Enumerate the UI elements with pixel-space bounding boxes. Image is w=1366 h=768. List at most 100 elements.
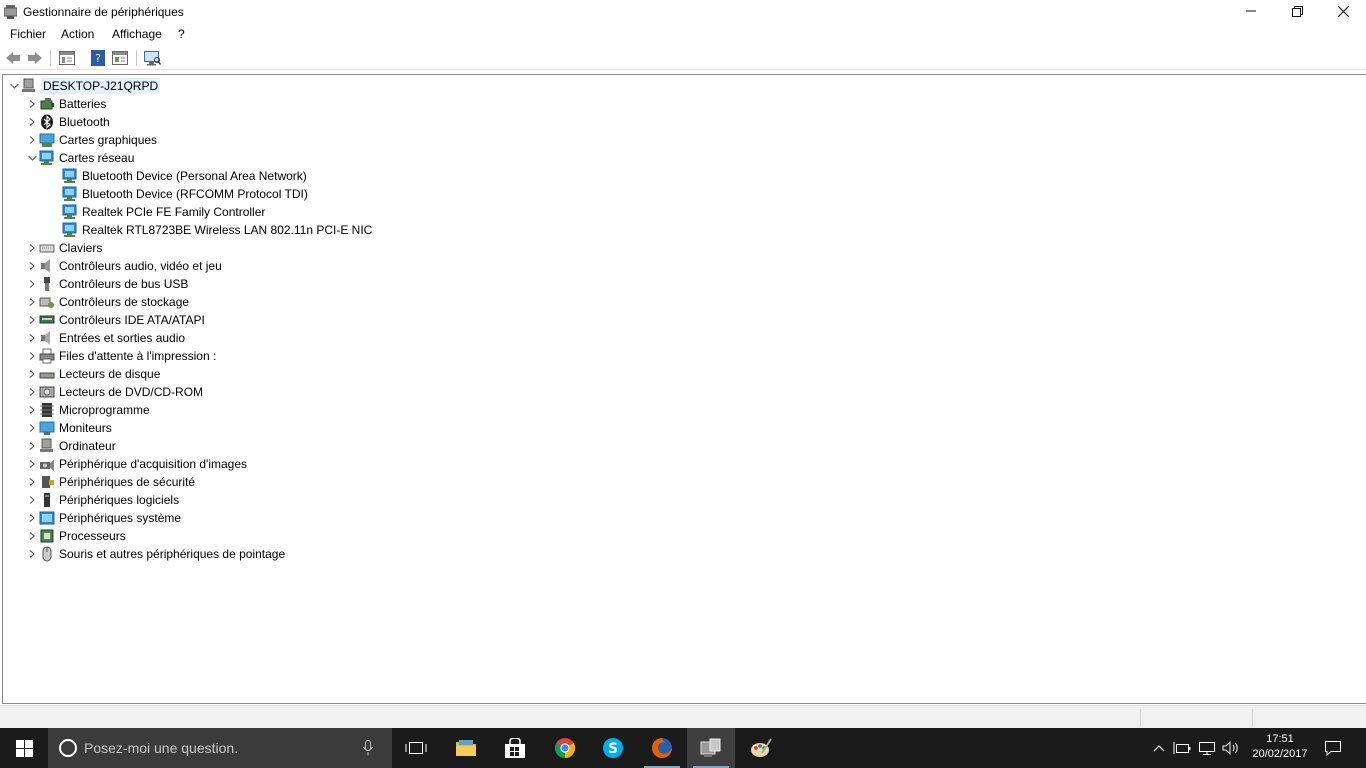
skype-icon[interactable]: S <box>589 728 637 768</box>
chevron-right-icon[interactable] <box>25 239 39 257</box>
chevron-right-icon[interactable] <box>25 419 39 437</box>
chevron-right-icon[interactable] <box>25 473 39 491</box>
cortana-search-box[interactable]: Posez-moi une question. <box>48 728 392 768</box>
tree-category[interactable]: Processeurs <box>25 527 126 545</box>
minimize-button[interactable] <box>1228 0 1274 22</box>
tree-category-label: Souris et autres périphériques de pointa… <box>59 547 286 561</box>
tree-category-label: Lecteurs de DVD/CD-ROM <box>59 385 204 399</box>
clock-time: 17:51 <box>1266 733 1294 745</box>
tree-category[interactable]: Contrôleurs audio, vidéo et jeu <box>25 257 222 275</box>
properties-icon[interactable] <box>58 49 76 67</box>
tree-category[interactable]: Cartes graphiques <box>25 131 157 149</box>
tree-device[interactable]: Bluetooth Device (Personal Area Network) <box>62 167 307 185</box>
volume-icon[interactable] <box>1220 728 1242 768</box>
chevron-right-icon[interactable] <box>25 509 39 527</box>
tree-category[interactable]: Souris et autres périphériques de pointa… <box>25 545 285 563</box>
menu-action[interactable]: Action <box>61 27 94 41</box>
chevron-right-icon[interactable] <box>25 383 39 401</box>
mouse-icon <box>39 546 55 562</box>
chevron-right-icon[interactable] <box>25 527 39 545</box>
close-button[interactable] <box>1320 0 1366 22</box>
chevron-right-icon[interactable] <box>25 311 39 329</box>
monitor-icon <box>39 420 55 436</box>
chevron-right-icon[interactable] <box>25 491 39 509</box>
chevron-right-icon[interactable] <box>25 293 39 311</box>
maximize-button[interactable] <box>1274 0 1320 22</box>
scan-hardware-icon[interactable] <box>143 49 161 67</box>
tree-category-label: Périphériques logiciels <box>59 493 180 507</box>
tree-category[interactable]: Batteries <box>25 95 106 113</box>
clock[interactable]: 17:51 20/02/2017 <box>1250 732 1310 762</box>
tree-category[interactable]: Périphériques de sécurité <box>25 473 195 491</box>
network-icon[interactable] <box>1196 728 1218 768</box>
tree-category[interactable]: Lecteurs de disque <box>25 365 160 383</box>
chevron-down-icon[interactable] <box>7 77 21 95</box>
tree-category[interactable]: Contrôleurs de stockage <box>25 293 189 311</box>
device-manager-taskbar-icon[interactable] <box>687 728 735 768</box>
menu-fichier[interactable]: Fichier <box>10 27 46 41</box>
menu-affichage[interactable]: Affichage <box>112 27 162 41</box>
title-bar[interactable]: Gestionnaire de périphériques <box>0 0 1366 24</box>
menu-help[interactable]: ? <box>178 27 185 41</box>
svg-text:?: ? <box>95 52 101 65</box>
update-driver-icon[interactable] <box>111 49 129 67</box>
tree-category[interactable]: Cartes réseau <box>25 149 134 167</box>
tree-category[interactable]: Claviers <box>25 239 102 257</box>
chevron-right-icon[interactable] <box>25 365 39 383</box>
firefox-icon[interactable] <box>638 728 686 768</box>
tree-root-label: DESKTOP-J21QRPD <box>41 78 161 94</box>
network-adapter-icon <box>62 204 78 220</box>
toolbar-separator <box>136 50 137 66</box>
tree-category[interactable]: Microprogramme <box>25 401 150 419</box>
paint-icon[interactable] <box>737 728 785 768</box>
tree-category[interactable]: Files d'attente à l'impression : <box>25 347 216 365</box>
svg-text:S: S <box>608 741 618 757</box>
chevron-right-icon[interactable] <box>25 347 39 365</box>
chevron-right-icon[interactable] <box>25 329 39 347</box>
chevron-right-icon[interactable] <box>25 131 39 149</box>
tree-root[interactable]: DESKTOP-J21QRPD <box>7 77 161 95</box>
microphone-icon[interactable] <box>363 740 373 759</box>
chevron-right-icon[interactable] <box>25 95 39 113</box>
network-adapter-icon <box>62 222 78 238</box>
store-icon[interactable] <box>491 728 539 768</box>
network-adapter-icon <box>62 168 78 184</box>
battery-icon[interactable] <box>1172 728 1192 768</box>
chevron-right-icon[interactable] <box>25 113 39 131</box>
chevron-down-icon[interactable] <box>25 149 39 167</box>
chevron-right-icon[interactable] <box>25 275 39 293</box>
task-view-icon[interactable] <box>392 728 440 768</box>
forward-arrow-icon[interactable] <box>26 49 44 67</box>
tree-category[interactable]: Périphériques système <box>25 509 181 527</box>
tree-category[interactable]: Périphérique d'acquisition d'images <box>25 455 247 473</box>
device-tree[interactable]: DESKTOP-J21QRPD Batteries Bluetooth Cartes … <box>2 74 1366 704</box>
chevron-right-icon[interactable] <box>25 455 39 473</box>
tree-category[interactable]: Périphériques logiciels <box>25 491 179 509</box>
start-button[interactable] <box>0 728 48 768</box>
tree-category[interactable]: Contrôleurs de bus USB <box>25 275 188 293</box>
tree-category-label: Microprogramme <box>59 403 150 417</box>
tree-device[interactable]: Realtek RTL8723BE Wireless LAN 802.11n P… <box>62 221 372 239</box>
security-device-icon <box>39 474 55 490</box>
tree-category[interactable]: Ordinateur <box>25 437 116 455</box>
back-arrow-icon[interactable] <box>4 49 22 67</box>
chrome-icon[interactable] <box>541 728 589 768</box>
toolbar-separator <box>50 50 51 66</box>
speaker-icon <box>39 258 55 274</box>
tree-category[interactable]: Entrées et sorties audio <box>25 329 185 347</box>
chevron-right-icon[interactable] <box>25 545 39 563</box>
help-icon[interactable]: ? <box>89 49 107 67</box>
chevron-right-icon[interactable] <box>25 437 39 455</box>
tree-category[interactable]: Bluetooth <box>25 113 110 131</box>
tree-category[interactable]: Moniteurs <box>25 419 112 437</box>
tree-device[interactable]: Bluetooth Device (RFCOMM Protocol TDI) <box>62 185 308 203</box>
tree-category[interactable]: Lecteurs de DVD/CD-ROM <box>25 383 203 401</box>
tree-device[interactable]: Realtek PCIe FE Family Controller <box>62 203 265 221</box>
action-center-icon[interactable] <box>1320 728 1346 768</box>
file-explorer-icon[interactable] <box>442 728 490 768</box>
tree-category[interactable]: Contrôleurs IDE ATA/ATAPI <box>25 311 205 329</box>
chevron-right-icon[interactable] <box>25 401 39 419</box>
chevron-up-icon[interactable] <box>1150 728 1168 768</box>
tree-category-label: Périphériques système <box>59 511 182 525</box>
chevron-right-icon[interactable] <box>25 257 39 275</box>
